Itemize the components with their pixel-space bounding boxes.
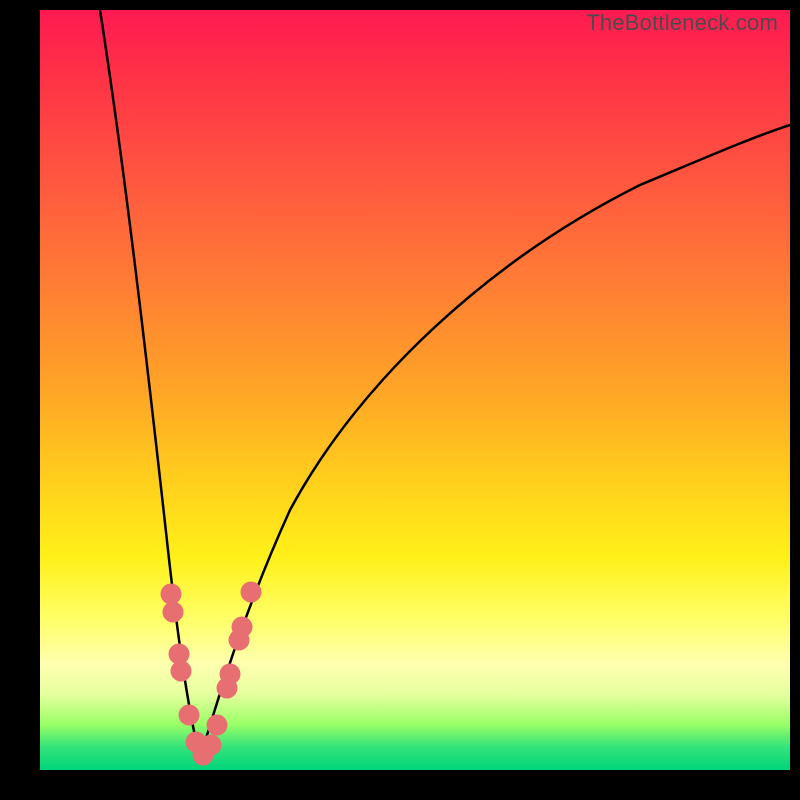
curve-right-branch — [200, 125, 790, 758]
data-dot — [241, 582, 262, 603]
data-dot — [232, 617, 253, 638]
data-dot — [207, 715, 228, 736]
bottleneck-curve — [40, 10, 790, 770]
data-dot — [220, 664, 241, 685]
data-dot — [179, 705, 200, 726]
data-dot — [171, 661, 192, 682]
data-dot — [201, 735, 222, 756]
data-dot — [161, 584, 182, 605]
plot-area: TheBottleneck.com — [40, 10, 790, 770]
data-dot — [163, 602, 184, 623]
scatter-dots — [161, 582, 262, 766]
attribution-label: TheBottleneck.com — [586, 10, 778, 36]
chart-frame: TheBottleneck.com — [0, 0, 800, 800]
